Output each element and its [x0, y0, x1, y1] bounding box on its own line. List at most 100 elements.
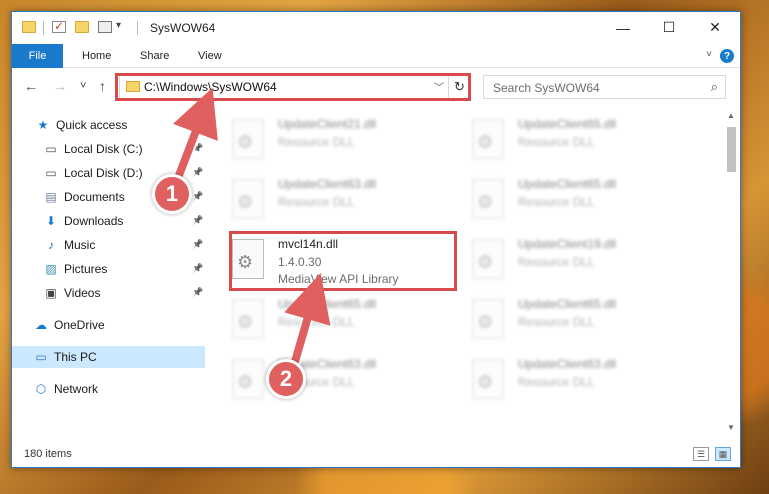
sidebar-item-label: Music [64, 238, 96, 252]
sidebar-item-quick-access[interactable]: ★ Quick access [12, 114, 205, 136]
file-tab[interactable]: File [12, 44, 63, 68]
sidebar-item-label: Quick access [56, 118, 128, 132]
file-item[interactable]: UpdateClient63.dllResource DLL [212, 169, 442, 229]
file-item[interactable]: UpdateClient65.dll Resource DLL [212, 289, 442, 349]
computer-icon: ▭ [35, 350, 47, 364]
file-type: Resource DLL [278, 135, 355, 149]
chevron-up-icon[interactable]: ˅ [706, 49, 712, 60]
customize-icon[interactable] [98, 21, 112, 33]
sidebar-item-label: Videos [64, 286, 101, 300]
tab-view[interactable]: View [198, 44, 222, 68]
music-icon: ♪ [48, 238, 54, 252]
dll-file-icon [232, 119, 264, 159]
new-folder-icon[interactable] [75, 21, 89, 33]
file-type: Resource DLL [518, 135, 595, 149]
file-item[interactable]: UpdateClient19.dll Resource DLL [452, 229, 682, 289]
callout-two: 2 [266, 359, 306, 399]
file-type: Resource DLL [278, 315, 355, 329]
title-bar: ▾ SysWOW64 — ☐ ✕ [12, 12, 740, 44]
forward-button[interactable]: → [53, 78, 67, 94]
pin-icon[interactable]: 📌 [192, 215, 203, 226]
search-input[interactable]: Search SysWOW64 ⌕ [483, 75, 726, 99]
navigation-pane: ★ Quick access ▭ Local Disk (C:) 📌 ▭ Local Dis… [12, 109, 205, 434]
cloud-icon: ☁ [35, 318, 47, 332]
file-type: Resource DLL [518, 375, 595, 389]
file-item[interactable]: UpdateClient65.dll Resource DLL [452, 109, 682, 169]
maximize-button[interactable]: ☐ [646, 12, 692, 43]
large-icons-view-icon[interactable]: ▦ [715, 447, 731, 461]
properties-icon[interactable] [52, 19, 66, 33]
file-name: UpdateClient63.dll [278, 177, 377, 191]
sidebar-item-network[interactable]: ⬡ Network [12, 378, 205, 400]
file-name: UpdateClient21.dll [278, 117, 377, 131]
ribbon: File Home Share View ˅ ? [12, 44, 740, 68]
back-button[interactable]: ← [24, 78, 38, 94]
dll-file-icon [472, 119, 504, 159]
sidebar-item-this-pc[interactable]: ▭ This PC [12, 346, 205, 368]
scrollbar-thumb[interactable] [727, 127, 736, 172]
file-name: UpdateClient65.dll [278, 297, 377, 311]
up-button[interactable]: ↑ [99, 78, 106, 94]
network-icon: ⬡ [35, 382, 47, 396]
sidebar-item-label: Network [54, 382, 99, 396]
sidebar-item-label: Local Disk (C:) [64, 142, 143, 156]
dll-file-icon [472, 359, 504, 399]
drive-icon: ▭ [45, 166, 57, 180]
pin-icon[interactable]: 📌 [192, 143, 203, 154]
file-item[interactable]: UpdateClient65.dll Resource DLL [452, 289, 682, 349]
scroll-down-icon[interactable]: ▼ [727, 423, 735, 432]
dll-file-icon [472, 299, 504, 339]
tab-home[interactable]: Home [82, 44, 111, 68]
dll-file-icon [232, 359, 264, 399]
file-item[interactable]: UpdateClient65.dll Resource DLL [452, 169, 682, 229]
search-icon[interactable]: ⌕ [711, 79, 718, 95]
details-view-icon[interactable]: ☰ [693, 447, 709, 461]
file-name: UpdateClient65.dll [518, 117, 617, 131]
minimize-button[interactable]: — [600, 12, 646, 43]
file-type: Resource DLL [518, 255, 595, 269]
pin-icon[interactable]: 📌 [192, 239, 203, 250]
file-item[interactable]: UpdateClient21.dll Resource DLL [212, 109, 442, 169]
chevron-down-icon[interactable]: ▾ [116, 20, 121, 31]
file-name: UpdateClient63.dll [518, 357, 617, 371]
divider [137, 21, 138, 35]
status-bar: 180 items ☰ ▦ [12, 442, 740, 467]
sidebar-item-music[interactable]: ♪ Music 📌 [12, 234, 205, 256]
dll-file-icon [232, 299, 264, 339]
window-title: SysWOW64 [150, 21, 216, 35]
file-type: Resource DLL [518, 315, 595, 329]
tab-share[interactable]: Share [140, 44, 169, 68]
sidebar-item-label: Downloads [64, 214, 124, 228]
folder-icon [22, 21, 36, 33]
sidebar-item-onedrive[interactable]: ☁ OneDrive [12, 314, 205, 336]
pictures-icon: ▨ [45, 262, 57, 276]
sidebar-item-videos[interactable]: ▣ Videos 📌 [12, 282, 205, 304]
pin-icon[interactable]: 📌 [192, 263, 203, 274]
dll-file-icon [232, 179, 264, 219]
drive-icon: ▭ [45, 142, 57, 156]
sidebar-item-label: Pictures [64, 262, 108, 276]
pin-icon[interactable]: 📌 [192, 287, 203, 298]
address-highlight-box [115, 73, 471, 101]
file-type: Resource DLL [518, 195, 595, 209]
file-item[interactable]: UpdateClient63.dllResource DLL [212, 349, 442, 409]
star-icon: ★ [37, 118, 49, 132]
sidebar-item-label: Local Disk (D:) [64, 166, 143, 180]
pin-icon[interactable]: 📌 [192, 167, 203, 178]
dll-file-icon [472, 179, 504, 219]
scroll-up-icon[interactable]: ▲ [727, 111, 735, 120]
file-item[interactable]: UpdateClient63.dll Resource DLL [452, 349, 682, 409]
download-icon: ⬇ [45, 214, 57, 228]
help-icon[interactable]: ? [720, 49, 734, 63]
pin-icon[interactable]: 📌 [192, 191, 203, 202]
callout-one: 1 [152, 174, 192, 214]
videos-icon: ▣ [45, 286, 57, 300]
sidebar-item-label: Documents [64, 190, 125, 204]
recent-locations-button[interactable]: ˅ [80, 80, 86, 92]
sidebar-item-pictures[interactable]: ▨ Pictures 📌 [12, 258, 205, 280]
file-name: UpdateClient19.dll [518, 237, 617, 251]
close-button[interactable]: ✕ [692, 12, 738, 43]
sidebar-item-local-disk-c[interactable]: ▭ Local Disk (C:) 📌 [12, 138, 205, 160]
item-count: 180 items [24, 448, 72, 460]
vertical-scrollbar[interactable]: ▲ ▼ [724, 109, 738, 434]
